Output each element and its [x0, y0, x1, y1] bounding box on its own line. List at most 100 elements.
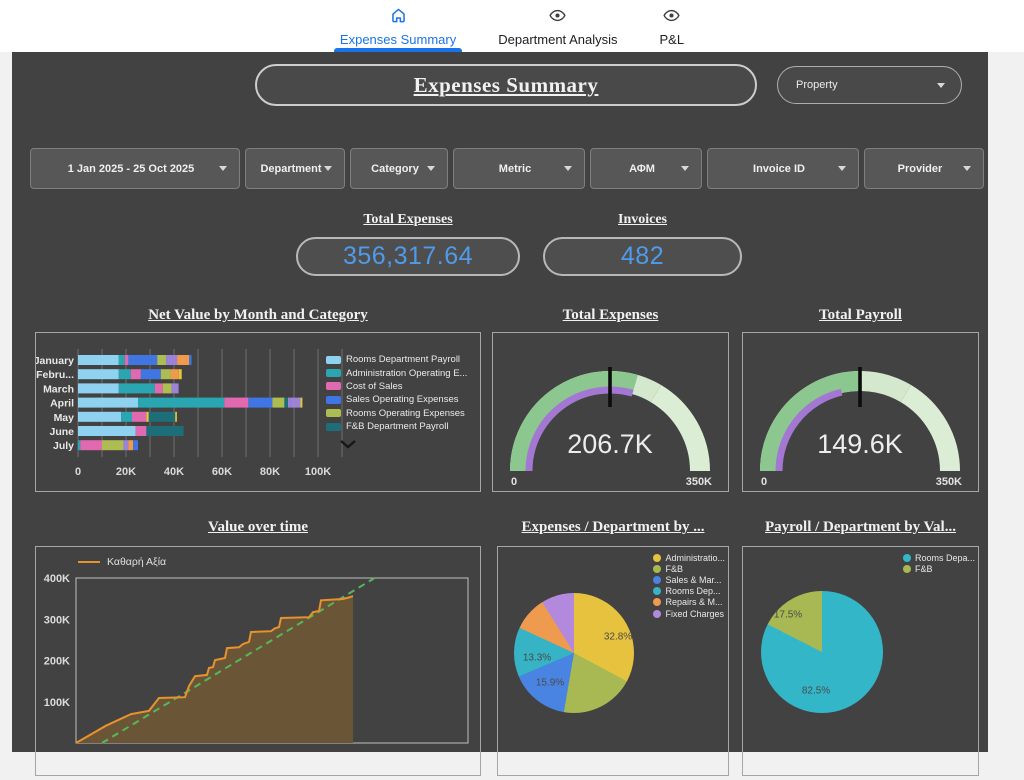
scorecard-label-invoices: Invoices	[543, 212, 742, 228]
chart-title-payroll-by-department: Payroll / Department by Val...	[742, 519, 979, 536]
filter-bar: 1 Jan 2025 - 25 Oct 2025 Department Cate…	[30, 148, 984, 189]
svg-text:80K: 80K	[260, 466, 280, 478]
svg-text:400K: 400K	[44, 573, 70, 585]
svg-text:200K: 200K	[44, 656, 70, 668]
line-chart: 400K 300K 200K 100K	[36, 547, 480, 780]
svg-text:60K: 60K	[212, 466, 232, 478]
tab-label: Department Analysis	[498, 32, 617, 47]
tab-expenses-summary[interactable]: Expenses Summary	[332, 0, 464, 52]
pie-slice-label: 13.3%	[523, 653, 551, 664]
chevron-down-icon	[937, 83, 945, 88]
line-series-swatch	[78, 561, 100, 563]
chevron-down-icon	[681, 166, 689, 171]
svg-text:20K: 20K	[116, 466, 136, 478]
tab-label: Expenses Summary	[340, 32, 456, 47]
svg-text:July: July	[53, 440, 74, 452]
pie-slice-label: 32.8%	[604, 632, 632, 643]
page-title: Expenses Summary	[414, 73, 599, 98]
date-range-filter[interactable]: 1 Jan 2025 - 25 Oct 2025	[30, 148, 240, 189]
legend-item: Rooms Department Payroll	[326, 353, 478, 366]
chevron-down-icon	[219, 166, 227, 171]
svg-text:300K: 300K	[44, 614, 70, 626]
invoice-id-filter[interactable]: Invoice ID	[707, 148, 859, 189]
metric-filter[interactable]: Metric	[453, 148, 585, 189]
pie-legend: Administratio...F&BSales & Mar...Rooms D…	[653, 552, 725, 619]
svg-text:100K: 100K	[44, 697, 70, 709]
chevron-down-icon	[838, 166, 846, 171]
legend-item: Cost of Sales	[326, 380, 478, 393]
line-chart-legend: Καθαρή Αξία	[78, 556, 166, 568]
legend-scroll-chevron-icon[interactable]	[340, 436, 478, 454]
svg-text:January: January	[36, 355, 74, 367]
legend-item: Sales & Mar...	[653, 574, 725, 585]
svg-text:149.6K: 149.6K	[817, 429, 903, 459]
svg-text:0: 0	[75, 466, 81, 478]
pie-payroll-panel: 82.5% 17.5% Rooms Depa...F&B	[742, 546, 979, 776]
eye-icon	[548, 6, 567, 30]
legend-item: Administration Operating E...	[326, 366, 478, 379]
report-title-box: Expenses Summary	[255, 64, 757, 106]
chevron-down-icon	[324, 166, 332, 171]
tab-department-analysis[interactable]: Department Analysis	[490, 0, 625, 52]
scorecard-total-expenses: 356,317.64	[296, 237, 520, 276]
legend-item: Sales Operating Expenses	[326, 393, 478, 406]
gauge-svg: 149.6K 0 350K	[743, 333, 978, 491]
chart-title-value-over-time: Value over time	[35, 519, 481, 536]
chart-title-total-payroll-gauge: Total Payroll	[742, 307, 979, 324]
legend-item: Rooms Dep...	[653, 586, 725, 597]
svg-text:0: 0	[761, 476, 767, 488]
svg-text:March: March	[43, 383, 74, 395]
tab-label: P&L	[659, 32, 684, 47]
property-dropdown[interactable]: Property	[777, 66, 962, 104]
scorecard-value: 356,317.64	[343, 242, 473, 271]
line-chart-panel: 400K 300K 200K 100K Καθαρή Αξία	[35, 546, 481, 776]
pie-legend: Rooms Depa...F&B	[903, 552, 975, 574]
legend-item: Administratio...	[653, 552, 725, 563]
line-chart-svg: 400K 300K 200K 100K	[36, 547, 480, 775]
property-dropdown-label: Property	[796, 79, 838, 91]
chevron-down-icon	[564, 166, 572, 171]
bar-chart-legend: Rooms Department PayrollAdministration O…	[326, 353, 478, 454]
svg-text:Febru...: Febru...	[36, 369, 74, 381]
svg-text:350K: 350K	[936, 476, 962, 488]
svg-text:350K: 350K	[686, 476, 712, 488]
gauge-total-payroll: 149.6K 0 350K	[742, 332, 979, 492]
department-filter[interactable]: Department	[245, 148, 345, 189]
legend-item: F&B Department Payroll	[326, 420, 478, 433]
pie-slice-label: 15.9%	[536, 678, 564, 689]
legend-item: Fixed Charges	[653, 608, 725, 619]
legend-item: Rooms Operating Expenses	[326, 407, 478, 420]
top-nav: Expenses Summary Department Analysis P&L	[0, 0, 1024, 52]
chart-title-net-value: Net Value by Month and Category	[35, 307, 481, 324]
report-tabs: Expenses Summary Department Analysis P&L	[0, 0, 1024, 52]
eye-icon	[662, 6, 681, 30]
scorecard-label-total-expenses: Total Expenses	[296, 212, 520, 228]
scorecard-invoices: 482	[543, 237, 742, 276]
svg-text:40K: 40K	[164, 466, 184, 478]
svg-text:100K: 100K	[305, 466, 331, 478]
home-icon	[389, 6, 408, 30]
provider-filter[interactable]: Provider	[864, 148, 984, 189]
legend-item: Rooms Depa...	[903, 552, 975, 563]
gauge-svg: 206.7K 0 350K	[493, 333, 728, 491]
legend-item: F&B	[903, 563, 975, 574]
pie-slice-label: 82.5%	[802, 686, 830, 697]
pie-expenses-panel: 32.8% 15.9% 13.3% Administratio...F&BSales …	[497, 546, 729, 776]
svg-text:206.7K: 206.7K	[567, 429, 653, 459]
svg-text:June: June	[49, 426, 74, 438]
dashboard-canvas: Expenses Summary Property 1 Jan 2025 - 2…	[12, 52, 988, 752]
chevron-down-icon	[427, 166, 435, 171]
legend-item: F&B	[653, 563, 725, 574]
svg-text:0: 0	[511, 476, 517, 488]
scorecard-value: 482	[621, 242, 664, 271]
chevron-down-icon	[963, 166, 971, 171]
svg-text:May: May	[54, 412, 75, 424]
svg-text:April: April	[50, 398, 74, 410]
category-filter[interactable]: Category	[350, 148, 448, 189]
line-series-label: Καθαρή Αξία	[107, 556, 166, 568]
pie-slice-label: 17.5%	[774, 610, 802, 621]
tab-pnl[interactable]: P&L	[651, 0, 692, 52]
chart-title-expenses-by-department: Expenses / Department by ...	[497, 519, 729, 536]
chart-title-total-expenses-gauge: Total Expenses	[492, 307, 729, 324]
afm-filter[interactable]: ΑΦΜ	[590, 148, 702, 189]
